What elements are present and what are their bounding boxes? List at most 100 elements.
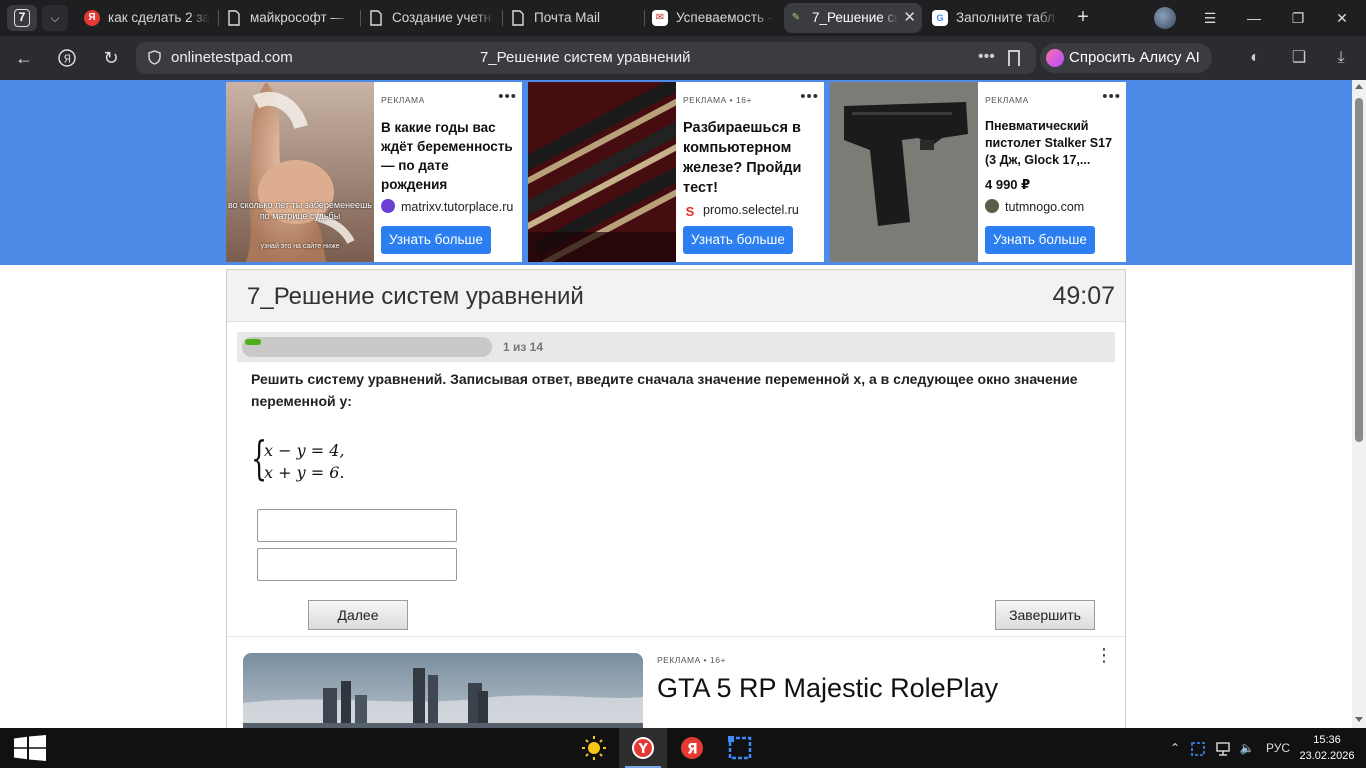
scroll-thumb[interactable] [1355,98,1363,442]
ad-banner: во сколько лет ты забеременеешь по матри… [0,80,1352,265]
vertical-dots-icon[interactable]: ⋮ [1095,645,1113,666]
tab-5-active[interactable]: ✎ 7_Решение си ✕ [784,3,922,33]
ad-headline[interactable]: Пневматический пистолет Stalker S17 (3 Д… [985,118,1121,169]
taskbar-snipping-tool[interactable] [716,728,764,768]
volume-icon[interactable]: 🔈 [1236,728,1258,768]
download-icon[interactable]: ⤓ [1328,45,1354,71]
reload-icon[interactable]: ↻ [98,45,124,71]
restore-icon[interactable]: ❐ [1276,0,1320,36]
taskbar-yandex-browser[interactable]: Y [619,728,667,768]
yandex-icon: Я [84,10,100,26]
tab-separator [218,10,219,26]
ad-headline[interactable]: Разбираешься в компьютерном железе? Прой… [683,118,819,198]
bottom-ad[interactable]: РЕКЛАМА • 16+ GTA 5 RP Majestic RolePlay… [227,636,1125,728]
tab-title: 7_Решение си [812,10,898,25]
taskbar-yandex[interactable]: Я [668,728,716,768]
timer: 49:07 [1052,282,1115,310]
ask-alice-button[interactable]: Спросить Алису AI [1040,43,1212,73]
close-icon[interactable]: ✕ [903,3,916,33]
svg-text:Я: Я [64,53,72,66]
profile-avatar[interactable] [1154,7,1176,29]
clock[interactable]: 15:36 23.02.2026 [1296,732,1358,764]
ad-image-pistol [830,82,978,262]
ad-card-2[interactable]: РЕКЛАМА • 16+ ••• Разбираешься в компьют… [528,82,824,262]
tab-title: как сделать 2 за [108,10,210,25]
finish-button[interactable]: Завершить [995,600,1095,630]
tab-counter-button[interactable]: 7 [7,5,37,31]
network-icon[interactable] [1212,728,1234,768]
more-dots-icon[interactable]: ••• [978,42,995,72]
learn-more-button[interactable]: Узнать больше [683,226,793,254]
yandex-home-icon[interactable]: Я [54,45,80,71]
document-icon [226,10,242,26]
gradebook-icon: ✉ [652,10,668,26]
tray-chevron-up-icon[interactable]: ⌃ [1166,728,1184,768]
question-text: Решить систему уравнений. Записывая отве… [251,371,1078,409]
tray-snip-icon[interactable] [1188,728,1208,768]
tab-title: майкрософт — [250,10,344,25]
test-header: 7_Решение систем уравнений 49:07 [227,270,1125,322]
address-bar-row: ← Я ↻ onlinetestpad.com 7_Решение систем… [0,36,1366,80]
window-close-icon[interactable]: ✕ [1320,0,1364,36]
test-title: 7_Решение систем уравнений [247,283,584,310]
equation-line-1: x − y = 4, [264,441,345,460]
ad-image-pregnancy: во сколько лет ты забеременеешь по матри… [226,82,374,262]
language-indicator[interactable]: РУС [1262,728,1294,768]
scroll-down-icon[interactable] [1355,717,1363,722]
tab-2[interactable]: Создание учетн [364,3,498,33]
ad-headline[interactable]: В какие годы вас ждёт беременность — по … [381,118,517,194]
ad-domain[interactable]: Spromo.selectel.ru [683,203,799,219]
bookmark-icon[interactable] [1008,50,1020,66]
tabs-dropdown-button[interactable]: ⌵ [42,5,68,31]
tab-6[interactable]: G Заполните табл [928,3,1062,33]
tab-counter-value: 7 [14,9,30,27]
page-scrollbar[interactable] [1352,80,1366,728]
svg-text:Y: Y [638,742,649,757]
ad-domain[interactable]: matrixv.tutorplace.ru [381,199,513,214]
back-arrow-icon[interactable]: ← [11,45,37,71]
next-button[interactable]: Далее [308,600,408,630]
site-favicon-icon [985,199,999,213]
learn-more-button[interactable]: Узнать больше [985,226,1095,254]
scroll-up-icon[interactable] [1355,84,1363,89]
ad-domain-text: tutmnogo.com [1005,200,1085,214]
collections-icon[interactable]: ❏ [1286,45,1312,71]
ad-domain-text: matrixv.tutorplace.ru [401,200,514,214]
ad-label: РЕКЛАМА [381,95,425,105]
tab-0[interactable]: Я как сделать 2 за [80,3,214,33]
ad-card-3[interactable]: РЕКЛАМА ••• Пневматический пистолет Stal… [830,82,1126,262]
svg-text:Я: Я [687,742,698,758]
hamburger-menu-icon[interactable]: ☰ [1188,0,1232,36]
new-tab-button[interactable]: + [1070,5,1096,31]
site-favicon-icon [381,199,395,213]
tab-separator [360,10,361,26]
ad-domain[interactable]: tutmnogo.com [985,199,1084,214]
progress-row: 1 из 14 [237,332,1115,362]
taskbar-sun-app[interactable] [570,728,618,768]
learn-more-button[interactable]: Узнать больше [381,226,491,254]
url-domain: onlinetestpad.com [171,49,293,66]
browser-tab-bar: 7 ⌵ Я как сделать 2 за майкрософт — Созд… [0,0,1366,36]
more-dots-icon[interactable]: ••• [498,88,517,105]
ask-alice-label: Спросить Алису AI [1069,49,1200,66]
minimize-icon[interactable]: — [1232,0,1276,36]
windows-start-icon[interactable] [14,735,46,761]
windows-taskbar: Y Я ⌃ 🔈 РУС 15:36 23.02.2026 [0,728,1366,768]
tab-separator [502,10,503,26]
test-panel: 7_Решение систем уравнений 49:07 1 из 14… [226,269,1126,728]
extension-icon[interactable]: ◐ [1242,45,1268,71]
more-dots-icon[interactable]: ••• [1102,88,1121,105]
ad-image-caption: во сколько лет ты забеременеешь по матри… [228,200,372,221]
yandex-icon: Я [681,737,703,759]
ad-card-1[interactable]: во сколько лет ты забеременеешь по матри… [226,82,522,262]
answer-x-input[interactable] [257,509,457,542]
tab-1[interactable]: майкрософт — [222,3,356,33]
url-page-title: 7_Решение систем уравнений [480,49,691,66]
tab-4[interactable]: ✉ Успеваемость - [648,3,778,33]
tab-3[interactable]: Почта Mail [506,3,640,33]
yandex-browser-icon: Y [632,737,654,759]
url-bar[interactable]: onlinetestpad.com 7_Решение систем уравн… [136,42,1036,74]
answer-y-input[interactable] [257,548,457,581]
ad-headline[interactable]: GTA 5 RP Majestic RolePlay [657,673,998,704]
more-dots-icon[interactable]: ••• [800,88,819,105]
